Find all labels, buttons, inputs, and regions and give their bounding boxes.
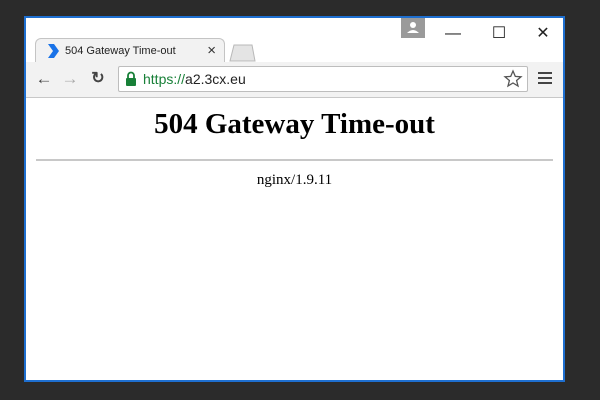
back-button[interactable]: ← [34, 68, 54, 90]
profile-person-icon [407, 22, 419, 33]
profile-icon[interactable] [401, 18, 425, 38]
star-icon[interactable] [503, 69, 523, 89]
url-text: https://a2.3cx.eu [143, 71, 246, 87]
error-heading: 504 Gateway Time-out [154, 108, 435, 140]
tab-title: 504 Gateway Time-out [65, 45, 176, 57]
reload-button[interactable]: ↻ [88, 68, 108, 90]
url-host: a2.3cx.eu [185, 71, 246, 87]
browser-window: 504 Gateway Time-out × — ☐ ✕ ← → ↻ https… [24, 16, 565, 382]
url-scheme: https:// [143, 71, 186, 87]
page-content: 504 Gateway Time-out nginx/1.9.11 [26, 98, 563, 380]
menu-icon[interactable] [538, 72, 552, 86]
favicon-chevron-icon [48, 44, 59, 58]
minimize-button[interactable]: — [438, 24, 468, 44]
maximize-button[interactable]: ☐ [484, 24, 514, 44]
divider [36, 159, 553, 161]
browser-toolbar: ← → ↻ https://a2.3cx.eu [26, 62, 563, 98]
close-window-button[interactable]: ✕ [528, 24, 558, 44]
lock-icon [126, 71, 136, 86]
tab-active[interactable]: 504 Gateway Time-out × [35, 38, 225, 64]
title-bar: 504 Gateway Time-out × — ☐ ✕ [26, 18, 563, 64]
new-tab-icon[interactable] [228, 44, 256, 62]
tab-close-icon[interactable]: × [207, 42, 216, 60]
server-signature: nginx/1.9.11 [256, 172, 333, 188]
forward-button[interactable]: → [60, 68, 80, 90]
address-bar[interactable]: https://a2.3cx.eu [118, 66, 528, 92]
